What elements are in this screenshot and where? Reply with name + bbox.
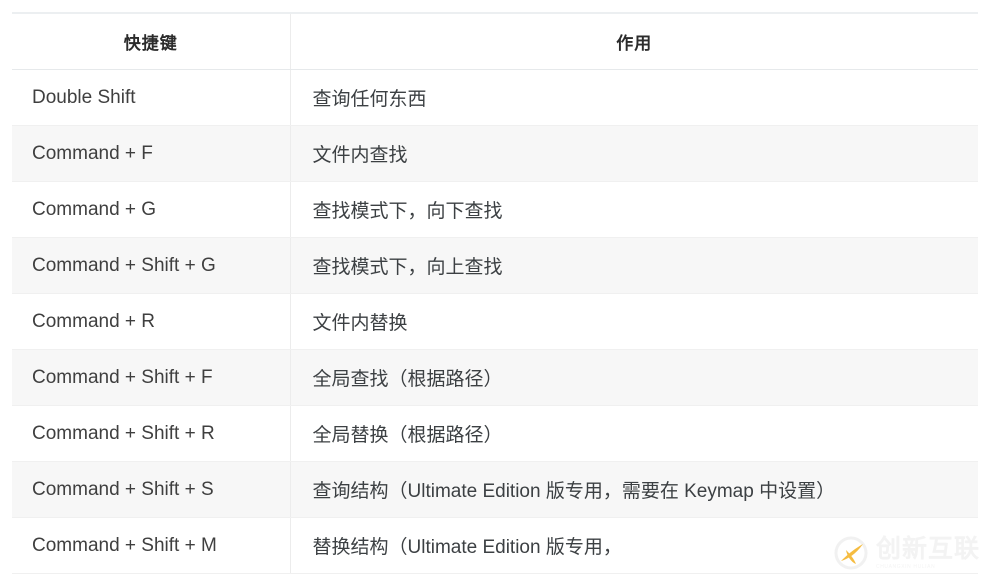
cell-description: 查找模式下，向下查找 (290, 181, 978, 238)
cell-shortcut-key: Double Shift (12, 69, 291, 126)
table-row: Double Shift 查询任何东西 (12, 69, 978, 126)
table-row: Command + Shift + G 查找模式下，向上查找 (12, 237, 978, 294)
cell-description: 查询结构（Ultimate Edition 版专用，需要在 Keymap 中设置… (290, 461, 978, 518)
table-row: Command + Shift + M 替换结构（Ultimate Edition… (12, 517, 978, 574)
table-body: Double Shift 查询任何东西 Command + F 文件内查找 Comman… (12, 69, 978, 574)
cell-description: 全局查找（根据路径） (290, 349, 978, 406)
cell-shortcut-key: Command + Shift + S (12, 461, 291, 518)
keyboard-shortcut-table: 快捷键 作用 Double Shift 查询任何东西 Command + F 文件内查… (12, 12, 978, 574)
cell-shortcut-key: Command + Shift + G (12, 237, 291, 294)
cell-shortcut-key: Command + R (12, 293, 291, 350)
table-row: Command + Shift + F 全局查找（根据路径） (12, 349, 978, 406)
cell-description: 文件内查找 (290, 125, 978, 182)
table-header: 快捷键 作用 (12, 12, 978, 70)
table-header-row: 快捷键 作用 (12, 12, 978, 70)
cell-description: 文件内替换 (290, 293, 978, 350)
table-row: Command + F 文件内查找 (12, 125, 978, 182)
table-row: Command + Shift + R 全局替换（根据路径） (12, 405, 978, 462)
cell-shortcut-key: Command + Shift + M (12, 517, 291, 574)
column-header-description: 作用 (290, 12, 978, 70)
shortcut-table-page: 快捷键 作用 Double Shift 查询任何东西 Command + F 文件内查… (0, 0, 988, 578)
table-row: Command + R 文件内替换 (12, 293, 978, 350)
cell-description: 全局替换（根据路径） (290, 405, 978, 462)
cell-shortcut-key: Command + G (12, 181, 291, 238)
cell-description: 查找模式下，向上查找 (290, 237, 978, 294)
table-row: Command + Shift + S 查询结构（Ultimate Edition… (12, 461, 978, 518)
cell-shortcut-key: Command + Shift + F (12, 349, 291, 406)
cell-shortcut-key: Command + Shift + R (12, 405, 291, 462)
table-row: Command + G 查找模式下，向下查找 (12, 181, 978, 238)
cell-description: 替换结构（Ultimate Edition 版专用， (290, 517, 978, 574)
cell-shortcut-key: Command + F (12, 125, 291, 182)
cell-description: 查询任何东西 (290, 69, 978, 126)
column-header-shortcut-key: 快捷键 (12, 12, 291, 70)
table-container: 快捷键 作用 Double Shift 查询任何东西 Command + F 文件内查… (12, 12, 978, 574)
